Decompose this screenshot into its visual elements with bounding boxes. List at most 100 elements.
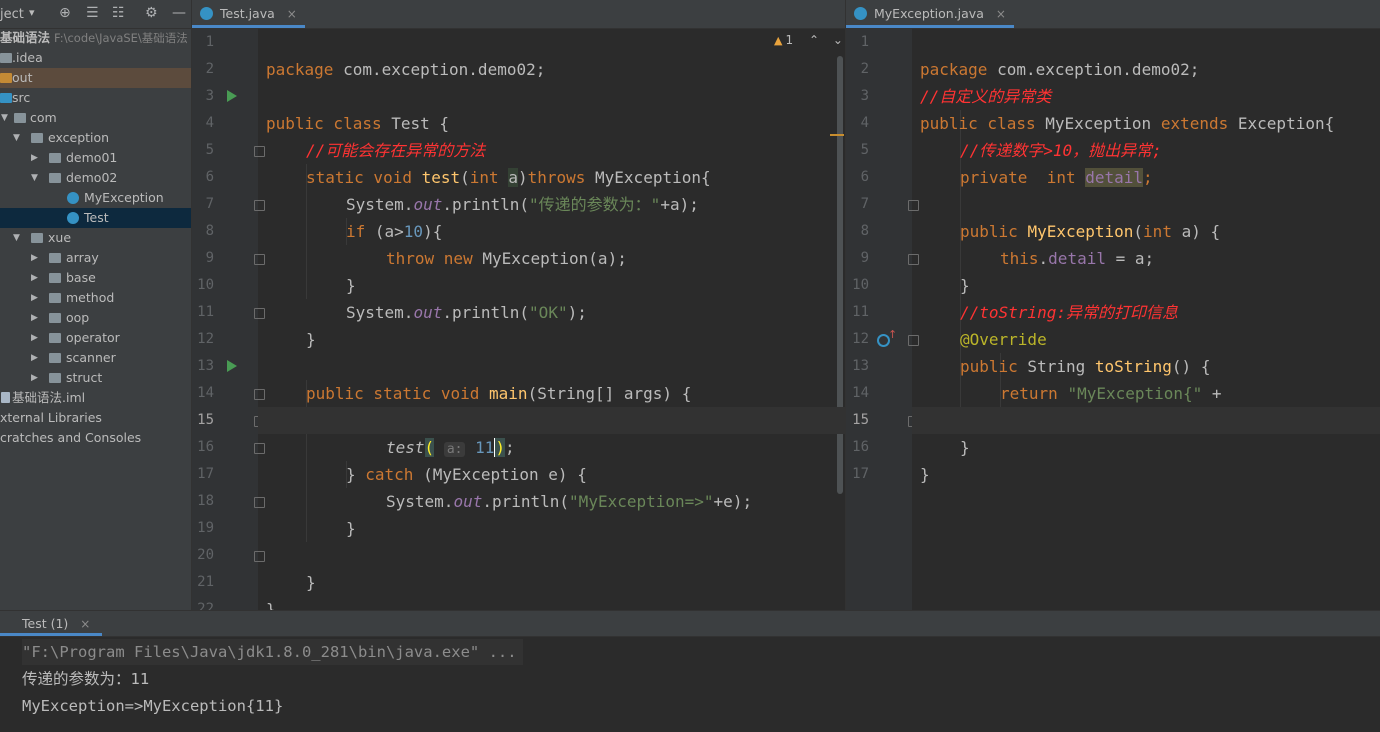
code-line[interactable]: package com.exception.demo02; xyxy=(846,29,1380,79)
tree-item-operator[interactable]: ▶ operator xyxy=(0,328,191,348)
tree-item-scanner[interactable]: ▶ scanner xyxy=(0,348,191,368)
tree-item-demo02[interactable]: ▼ demo02 xyxy=(0,168,191,188)
package-icon xyxy=(49,333,61,343)
code-line[interactable]: public String toString() { xyxy=(846,326,1380,376)
console-command-line[interactable]: "F:\Program Files\Java\jdk1.8.0_281\bin\… xyxy=(22,639,523,665)
code-text: } xyxy=(266,600,276,610)
package-icon xyxy=(49,373,61,383)
code-line[interactable]: package com.exception.demo02; xyxy=(192,29,845,79)
tree-item-iml[interactable]: 基础语法.iml xyxy=(0,388,191,408)
tree-item-out[interactable]: out xyxy=(0,68,191,88)
tab-run-test[interactable]: Test (1) × xyxy=(0,611,103,636)
code-line[interactable]: } xyxy=(192,488,845,538)
code-line[interactable]: static void test(int a)throws MyExceptio… xyxy=(192,137,845,187)
code-line[interactable]: public class Test { xyxy=(192,83,845,133)
tree-item-demo01[interactable]: ▶ demo01 xyxy=(0,148,191,168)
code-line[interactable]: } xyxy=(192,542,845,592)
code-line[interactable]: //可能会存在异常的方法 xyxy=(192,110,845,160)
console-output-line: 传递的参数为：11 xyxy=(22,670,150,688)
gear-icon[interactable]: ⚙ xyxy=(145,5,158,21)
code-line[interactable]: this.detail = a; xyxy=(846,218,1380,268)
code-line[interactable]: private int detail; xyxy=(846,137,1380,187)
code-text: ; xyxy=(1143,168,1153,187)
locate-file-icon[interactable]: ⊕ xyxy=(59,5,71,21)
code-line[interactable]: System.out.println("OK"); xyxy=(192,272,845,322)
tree-item-com[interactable]: ▼ com xyxy=(0,108,191,128)
code-line[interactable]: } xyxy=(192,569,845,610)
close-icon[interactable]: × xyxy=(996,7,1006,21)
java-class-icon xyxy=(67,192,79,204)
java-class-icon xyxy=(854,7,867,20)
code-text: } xyxy=(920,465,930,484)
chevron-right-icon[interactable]: ▶ xyxy=(31,368,41,388)
code-line[interactable]: System.out.println("MyException=>"+e); xyxy=(192,461,845,511)
code-line[interactable]: } xyxy=(846,434,1380,484)
editor-myexception-java[interactable]: MyException.java × 1 2 3 4 5 6 7 8 9 10 … xyxy=(846,0,1380,610)
code-line[interactable]: public MyException(int a) { xyxy=(846,191,1380,241)
tree-item-external-libraries[interactable]: xternal Libraries xyxy=(0,408,191,428)
tree-item-xue[interactable]: ▼ xue xyxy=(0,228,191,248)
code-line[interactable]: return "MyException{" + xyxy=(846,353,1380,403)
chevron-down-icon[interactable]: ▼ xyxy=(13,228,23,248)
tree-item-exception[interactable]: ▼ exception xyxy=(0,128,191,148)
chevron-down-icon[interactable]: ▼ xyxy=(13,128,23,148)
tree-item-idea[interactable]: .idea xyxy=(0,48,191,68)
tree-item-root[interactable]: 基础语法 F:\code\JavaSE\基础语法 xyxy=(0,28,191,48)
chevron-right-icon[interactable]: ▶ xyxy=(31,308,41,328)
code-line[interactable]: //传递数字>10，抛出异常; xyxy=(846,110,1380,160)
collapse-all-icon[interactable]: ☷ xyxy=(112,5,125,21)
chevron-right-icon[interactable]: ▶ xyxy=(31,148,41,168)
tree-item-test[interactable]: Test xyxy=(0,208,191,228)
chevron-down-icon[interactable]: ▼ xyxy=(1,108,11,128)
tree-item-base[interactable]: ▶ base xyxy=(0,268,191,288)
close-icon[interactable]: × xyxy=(80,617,90,631)
code-line[interactable]: } xyxy=(192,245,845,295)
code-line-current[interactable]: test( a: 11); xyxy=(258,407,845,457)
code-line[interactable]: detail + '}'; xyxy=(846,380,1380,430)
code-line[interactable]: public class MyException extends Excepti… xyxy=(846,83,1380,133)
code-line[interactable]: public static void main(String[] args) { xyxy=(192,353,845,403)
code-line[interactable]: //toString:异常的打印信息 xyxy=(846,272,1380,322)
chevron-right-icon[interactable]: ▶ xyxy=(31,288,41,308)
chevron-down-icon[interactable]: ▼ xyxy=(31,168,41,188)
java-class-icon xyxy=(200,7,213,20)
code-line[interactable]: } xyxy=(192,299,845,349)
code-line[interactable]: if (a>10){ xyxy=(192,191,845,241)
code-line[interactable]: try { xyxy=(192,380,845,430)
project-view-selector[interactable]: ject xyxy=(0,7,24,22)
tree-item-src[interactable]: src xyxy=(0,88,191,108)
chevron-right-icon[interactable]: ▶ xyxy=(31,328,41,348)
package-icon xyxy=(49,293,61,303)
code-line[interactable]: System.out.println("传递的参数为："+a); xyxy=(192,164,845,214)
tree-item-scratches[interactable]: cratches and Consoles xyxy=(0,428,191,448)
tree-item-label: cratches and Consoles xyxy=(0,430,142,445)
editor-test-java[interactable]: Test.java × ▲ 1 ⌃ ⌄ 1 2 3 4 5 6 7 8 9 10 … xyxy=(192,0,846,610)
chevron-right-icon[interactable]: ▶ xyxy=(31,268,41,288)
code-line[interactable]: } catch (MyException e) { xyxy=(192,434,845,484)
tab-myexception-java[interactable]: MyException.java × xyxy=(846,0,1014,28)
tree-item-struct[interactable]: ▶ struct xyxy=(0,368,191,388)
code-line[interactable]: //自定义的异常类 xyxy=(846,56,1380,106)
tree-item-oop[interactable]: ▶ oop xyxy=(0,308,191,328)
expand-all-icon[interactable]: ☰ xyxy=(86,5,99,21)
close-icon[interactable]: × xyxy=(287,7,297,21)
package-icon xyxy=(31,133,43,143)
package-icon xyxy=(49,273,61,283)
tab-test-java[interactable]: Test.java × xyxy=(192,0,305,28)
hide-panel-icon[interactable]: — xyxy=(172,5,186,21)
code-line-current[interactable]: } xyxy=(912,407,1380,457)
package-icon xyxy=(49,253,61,263)
code-line[interactable]: } xyxy=(846,245,1380,295)
java-class-icon xyxy=(67,212,79,224)
code-line[interactable]: throw new MyException(a); xyxy=(192,218,845,268)
package-icon xyxy=(14,113,26,123)
tree-item-myexception[interactable]: MyException xyxy=(0,188,191,208)
chevron-right-icon[interactable]: ▶ xyxy=(31,248,41,268)
tree-item-method[interactable]: ▶ method xyxy=(0,288,191,308)
chevron-right-icon[interactable]: ▶ xyxy=(31,348,41,368)
chevron-down-icon[interactable]: ▾ xyxy=(29,6,35,19)
code-line[interactable]: @Override xyxy=(846,299,1380,349)
tree-item-array[interactable]: ▶ array xyxy=(0,248,191,268)
tree-item-label: operator xyxy=(66,330,120,345)
